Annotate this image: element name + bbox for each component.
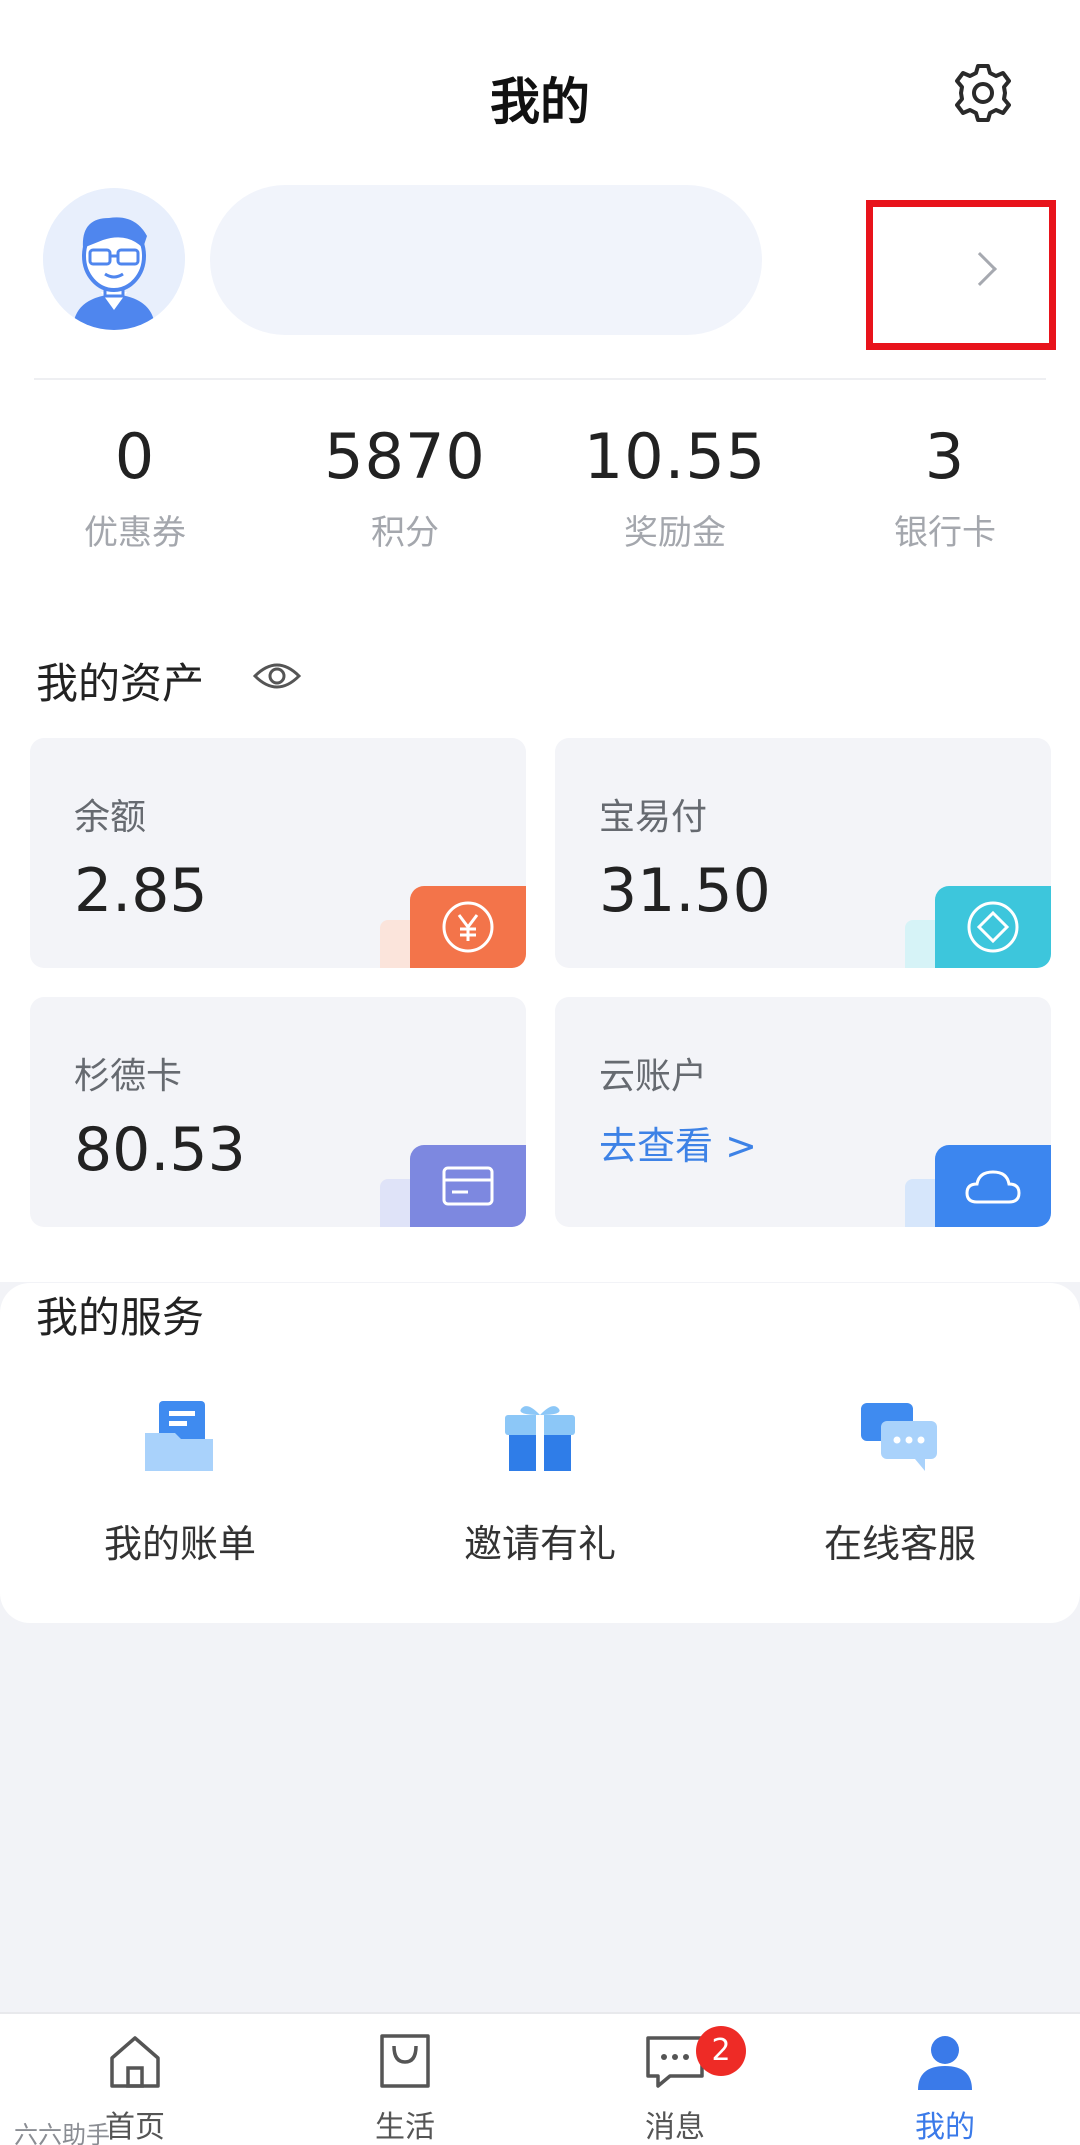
tab-label: 生活 — [375, 2110, 435, 2145]
chat-bubble-icon — [861, 1403, 937, 1471]
asset-label: 余额 — [74, 797, 147, 838]
asset-value: 31.50 — [599, 856, 771, 926]
message-icon — [646, 2036, 704, 2088]
service-my-bill[interactable]: 我的账单 — [0, 1393, 360, 1568]
yen-icon — [442, 901, 494, 953]
unread-badge: 2 — [696, 2026, 746, 2076]
badge-shadow — [905, 920, 935, 968]
stat-label: 积分 — [371, 513, 439, 553]
username-placeholder — [210, 185, 762, 335]
badge-shadow — [380, 1179, 410, 1227]
tab-label: 消息 — [645, 2110, 705, 2145]
view-link[interactable]: 去查看 > — [599, 1115, 757, 1170]
header: 我的 — [0, 40, 1080, 150]
asset-value: 2.85 — [74, 856, 208, 926]
badge — [410, 1145, 526, 1227]
gift-icon — [505, 1406, 575, 1471]
stat-reward[interactable]: 10.55 奖励金 — [540, 420, 810, 554]
stat-label: 银行卡 — [894, 513, 996, 553]
asset-card-cloud-account[interactable]: 云账户 去查看 > — [555, 997, 1051, 1227]
service-icon-wrap — [855, 1393, 945, 1483]
asset-label: 云账户 — [599, 1056, 708, 1097]
service-online-support[interactable]: 在线客服 — [720, 1393, 1080, 1568]
avatar[interactable] — [43, 188, 185, 330]
asset-card-balance[interactable]: 余额 2.85 — [30, 738, 526, 968]
service-invite[interactable]: 邀请有礼 — [360, 1393, 720, 1568]
badge — [410, 886, 526, 968]
cloud-icon — [965, 1170, 1021, 1204]
badge — [935, 886, 1051, 968]
asset-label: 杉德卡 — [74, 1056, 183, 1097]
asset-card-shande[interactable]: 杉德卡 80.53 — [30, 997, 526, 1227]
stat-points[interactable]: 5870 积分 — [270, 420, 540, 554]
stats-row: 0 优惠券 5870 积分 10.55 奖励金 3 银行卡 — [0, 420, 1080, 590]
badge — [935, 1145, 1051, 1227]
page-title: 我的 — [490, 73, 590, 131]
services-title: 我的服务 — [36, 1293, 205, 1342]
badge-shadow — [905, 1179, 935, 1227]
tab-life[interactable]: 生活 — [270, 2014, 540, 2145]
service-label: 我的账单 — [103, 1522, 256, 1566]
stat-value: 0 — [114, 420, 156, 493]
card-icon — [442, 1166, 494, 1206]
service-label: 邀请有礼 — [463, 1522, 616, 1566]
service-icon-wrap — [135, 1393, 225, 1483]
stat-coupons[interactable]: 0 优惠券 — [0, 420, 270, 554]
diamond-icon — [967, 901, 1019, 953]
avatar-icon — [43, 188, 185, 330]
tab-label: 我的 — [915, 2110, 975, 2145]
chevron-right-icon — [963, 252, 997, 286]
eye-icon — [252, 663, 302, 689]
gear-icon — [955, 64, 1011, 122]
asset-card-baoyifu[interactable]: 宝易付 31.50 — [555, 738, 1051, 968]
eye-toggle[interactable] — [252, 656, 302, 696]
stat-value: 5870 — [324, 420, 486, 493]
watermark: 六六助手 — [14, 2121, 110, 2145]
tab-mine[interactable]: 我的 — [810, 2014, 1080, 2145]
asset-value: 80.53 — [74, 1115, 246, 1185]
bag-icon — [380, 2034, 430, 2088]
stat-label: 奖励金 — [624, 513, 726, 553]
service-icon-wrap — [495, 1393, 585, 1483]
stat-label: 优惠券 — [84, 513, 186, 553]
stat-value: 3 — [924, 420, 966, 493]
service-label: 在线客服 — [823, 1522, 976, 1566]
profile-row[interactable] — [0, 180, 1080, 350]
profile-detail-button[interactable] — [866, 200, 1056, 350]
stat-value: 10.55 — [583, 420, 767, 493]
home-icon — [110, 2036, 160, 2088]
badge-shadow — [380, 920, 410, 968]
divider — [34, 378, 1046, 380]
asset-label: 宝易付 — [599, 797, 708, 838]
bill-icon — [145, 1401, 213, 1471]
person-icon — [918, 2036, 972, 2090]
assets-title: 我的资产 — [36, 659, 205, 708]
tab-messages[interactable]: 2 消息 — [540, 2014, 810, 2145]
services-section: 我的服务 我的账单 邀请有礼 在线客服 — [0, 1283, 1080, 1623]
stat-bank-cards[interactable]: 3 银行卡 — [810, 420, 1080, 554]
bottom-tabbar: 首页 生活 2 消息 我的 — [0, 2012, 1080, 2145]
settings-button[interactable] — [950, 60, 1016, 126]
